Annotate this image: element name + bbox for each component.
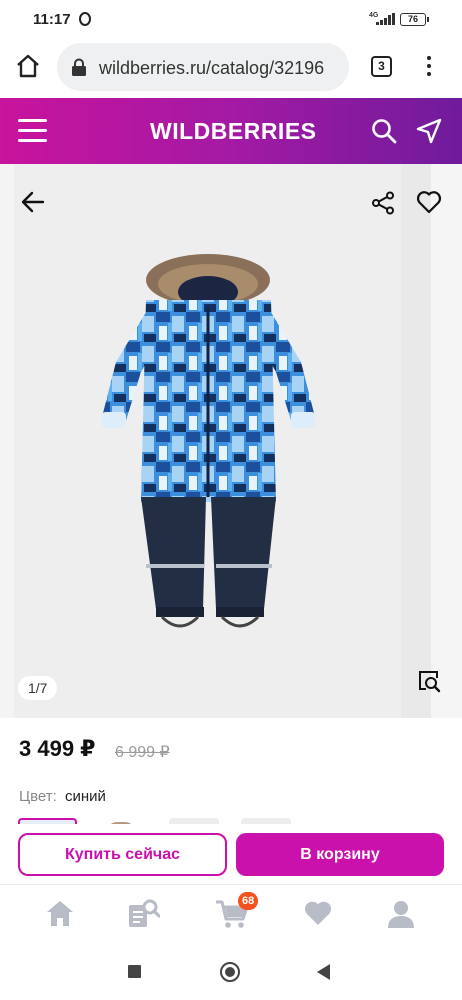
- add-to-cart-button[interactable]: В корзину: [236, 833, 444, 876]
- favorite-heart-icon[interactable]: [416, 190, 442, 214]
- back-arrow-icon[interactable]: [21, 190, 45, 214]
- profile-icon[interactable]: [386, 899, 416, 929]
- cart-count-badge: 68: [238, 892, 259, 910]
- system-back-icon[interactable]: [317, 964, 330, 980]
- bottom-navigation: 68: [0, 884, 462, 944]
- home-icon[interactable]: [45, 899, 75, 927]
- opera-icon: [79, 12, 91, 26]
- color-value: синий: [65, 788, 106, 805]
- menu-icon[interactable]: [18, 119, 47, 143]
- buy-now-button[interactable]: Купить сейчас: [18, 833, 227, 876]
- search-icon[interactable]: [371, 118, 397, 144]
- system-home-icon[interactable]: [220, 962, 240, 982]
- color-label: Цвет:: [19, 788, 57, 805]
- url-text: wildberries.ru/catalog/32196: [99, 58, 325, 78]
- status-time: 11:17: [33, 11, 71, 28]
- tabs-count-button[interactable]: 3: [371, 56, 392, 77]
- site-header: WILDBERRIES: [0, 98, 462, 164]
- lock-icon: [72, 58, 86, 76]
- image-counter: 1/7: [18, 676, 58, 700]
- old-price: 6 999 ₽: [115, 744, 170, 761]
- gallery-next-slide[interactable]: [401, 164, 431, 718]
- address-bar[interactable]: wildberries.ru/catalog/32196: [57, 43, 349, 91]
- browser-toolbar: wildberries.ru/catalog/32196 3: [0, 38, 462, 98]
- geolocation-icon[interactable]: [415, 117, 443, 145]
- system-navigation-bar: [0, 944, 462, 1000]
- browser-menu-icon[interactable]: [426, 56, 432, 78]
- current-price: 3 499 ₽: [19, 736, 96, 761]
- signal-icon: [376, 13, 395, 25]
- status-bar: 11:17 4G 76: [0, 0, 462, 38]
- zoom-search-icon[interactable]: [417, 669, 441, 693]
- recent-apps-icon[interactable]: [128, 965, 141, 978]
- battery-icon: 76: [400, 13, 429, 26]
- catalog-search-icon[interactable]: [128, 899, 160, 929]
- heart-icon[interactable]: [303, 899, 333, 927]
- gallery-edge: [431, 164, 462, 718]
- share-icon[interactable]: [371, 191, 395, 215]
- product-gallery[interactable]: 1/7: [0, 164, 462, 718]
- site-logo[interactable]: WILDBERRIES: [150, 118, 317, 145]
- browser-home-icon[interactable]: [14, 52, 42, 80]
- product-image: [102, 254, 315, 628]
- action-bar: Купить сейчас В корзину: [0, 824, 462, 884]
